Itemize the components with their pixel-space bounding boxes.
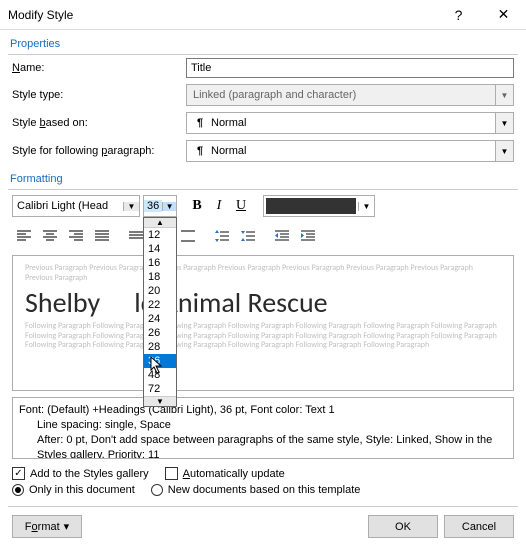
align-justify-button[interactable] <box>90 225 114 247</box>
align-right-button[interactable] <box>64 225 88 247</box>
add-to-gallery-checkbox[interactable]: ✓Add to the Styles gallery <box>12 467 149 480</box>
titlebar: Modify Style ? ✕ <box>0 0 526 30</box>
align-center-button[interactable] <box>38 225 62 247</box>
space-before-inc-button[interactable] <box>210 225 234 247</box>
indent-dec-button[interactable] <box>270 225 294 247</box>
dialog-title: Modify Style <box>8 8 73 22</box>
name-input[interactable] <box>186 58 514 78</box>
chevron-down-icon[interactable]: ▼ <box>495 113 513 133</box>
size-option[interactable]: 24 <box>144 312 176 326</box>
size-option[interactable]: 12 <box>144 228 176 242</box>
size-option[interactable]: 48 <box>144 368 176 382</box>
following-label: Style for following paragraph: <box>12 145 180 157</box>
size-option[interactable]: 28 <box>144 340 176 354</box>
caret-down-icon: ▾ <box>64 520 70 533</box>
chevron-down-icon[interactable]: ▼ <box>162 202 176 211</box>
cancel-button[interactable]: Cancel <box>444 515 514 538</box>
size-option[interactable]: 22 <box>144 298 176 312</box>
preview-ghost-after: Following Paragraph Following Paragraph … <box>25 322 501 351</box>
bold-button[interactable]: B <box>186 195 208 217</box>
chevron-down-icon[interactable]: ▼ <box>358 202 374 211</box>
style-preview: Previous Paragraph Previous Paragraph Pr… <box>12 255 514 391</box>
size-option-selected[interactable]: 36 <box>144 354 176 368</box>
new-docs-radio[interactable]: New documents based on this template <box>151 484 361 496</box>
size-option[interactable]: 18 <box>144 270 176 284</box>
fontsize-combo[interactable]: 36 ▼ ▲ 12 14 16 18 20 22 24 26 28 36 48 … <box>143 195 177 217</box>
size-option[interactable]: 26 <box>144 326 176 340</box>
underline-button[interactable]: U <box>230 195 252 217</box>
scroll-up-icon[interactable]: ▲ <box>144 218 176 228</box>
spacing-2-button[interactable] <box>176 225 200 247</box>
auto-update-checkbox[interactable]: Automatically update <box>165 467 285 480</box>
ok-button[interactable]: OK <box>368 515 438 538</box>
chevron-down-icon[interactable]: ▼ <box>123 202 139 211</box>
help-button[interactable]: ? <box>436 0 481 30</box>
font-combo[interactable]: Calibri Light (Head ▼ <box>12 195 140 217</box>
style-description: Font: (Default) +Headings (Calibri Light… <box>12 397 514 459</box>
preview-ghost-before: Previous Paragraph Previous Paragraph Pr… <box>25 264 501 283</box>
italic-button[interactable]: I <box>208 195 230 217</box>
basedon-combo[interactable]: ¶Normal ▼ <box>186 112 514 134</box>
only-this-doc-radio[interactable]: Only in this document <box>12 484 135 496</box>
scroll-down-icon[interactable]: ▼ <box>144 396 176 406</box>
format-button[interactable]: Format▾ <box>12 515 82 538</box>
preview-sample-text: Shelbyld Animal Rescue <box>25 285 501 320</box>
size-option[interactable]: 16 <box>144 256 176 270</box>
options-area: ✓Add to the Styles gallery Automatically… <box>0 459 526 504</box>
space-before-dec-button[interactable] <box>236 225 260 247</box>
following-combo[interactable]: ¶Normal ▼ <box>186 140 514 162</box>
section-formatting: Formatting <box>0 165 526 189</box>
size-option[interactable]: 72 <box>144 382 176 396</box>
name-label: Name: <box>12 62 180 74</box>
formatting-toolbar-1: Calibri Light (Head ▼ 36 ▼ ▲ 12 14 16 18… <box>0 190 526 222</box>
size-option[interactable]: 20 <box>144 284 176 298</box>
section-properties: Properties <box>0 30 526 54</box>
indent-inc-button[interactable] <box>296 225 320 247</box>
styletype-label: Style type: <box>12 89 180 101</box>
chevron-down-icon: ▼ <box>495 85 513 105</box>
fontcolor-combo[interactable]: ▼ <box>263 195 375 217</box>
styletype-combo: Linked (paragraph and character) ▼ <box>186 84 514 106</box>
close-button[interactable]: ✕ <box>481 0 526 30</box>
chevron-down-icon[interactable]: ▼ <box>495 141 513 161</box>
basedon-label: Style based on: <box>12 117 180 129</box>
fontsize-dropdown[interactable]: ▲ 12 14 16 18 20 22 24 26 28 36 48 72 ▼ <box>143 217 177 407</box>
size-option[interactable]: 14 <box>144 242 176 256</box>
align-left-button[interactable] <box>12 225 36 247</box>
button-row: Format▾ OK Cancel <box>0 507 526 548</box>
color-swatch <box>266 198 356 214</box>
formatting-toolbar-2 <box>0 222 526 253</box>
